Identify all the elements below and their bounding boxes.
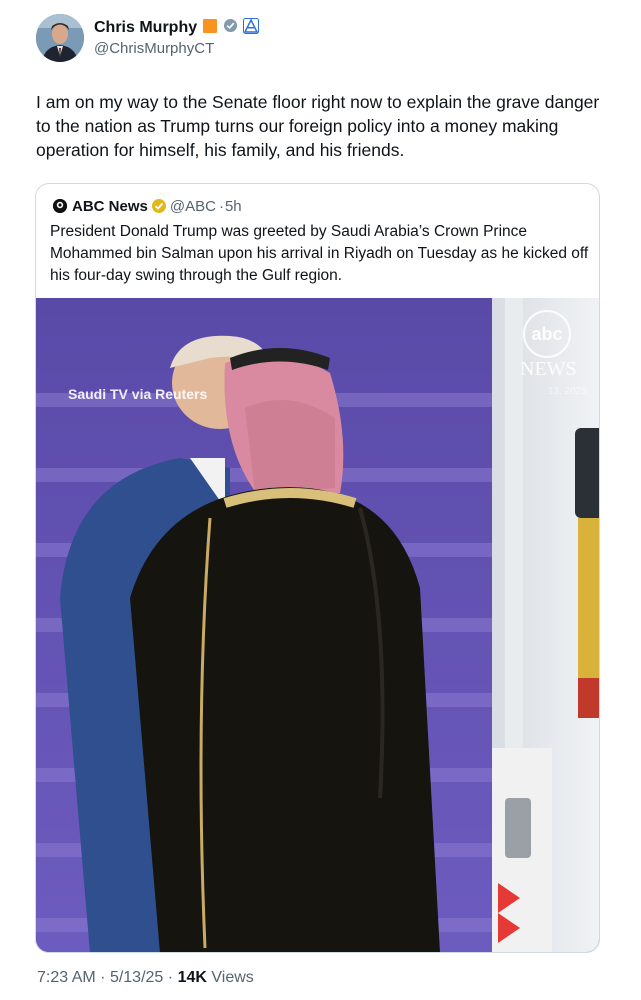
author-avatar[interactable] (36, 14, 84, 62)
video-source-caption: Saudi TV via Reuters (68, 386, 208, 402)
verified-gold-icon (151, 198, 167, 214)
abc-news-avatar[interactable] (53, 199, 67, 213)
quote-video[interactable]: Saudi TV via Reuters abc NEWS 13, 2025 (36, 298, 599, 952)
date-watermark: 13, 2025 (548, 386, 587, 397)
quote-author-handle: @ABC (169, 197, 216, 215)
footer-dot-2: · (167, 969, 174, 986)
author-names: Chris Murphy @ChrisMurphyCT (94, 17, 260, 57)
views-label: Views (211, 969, 254, 986)
tweet-time[interactable]: 7:23 AM (37, 969, 96, 986)
tweet-footer: 7:23 AM · 5/13/25 · 14K Views (37, 969, 254, 987)
quote-header: ABC News @ABC · 5h (53, 196, 242, 216)
tweet-header: Chris Murphy @ChrisMurphyCT (36, 14, 260, 62)
party-badge-icon (243, 17, 260, 39)
verified-gray-icon (223, 18, 238, 38)
tweet-text: I am on my way to the Senate floor right… (36, 92, 600, 160)
author-display-name[interactable]: Chris Murphy (94, 19, 197, 37)
flag-badge-icon (202, 18, 218, 39)
abc-watermark-logo: abc (523, 310, 571, 358)
quote-text: President Donald Trump was greeted by Sa… (50, 223, 589, 284)
author-handle[interactable]: @ChrisMurphyCT (94, 40, 259, 57)
quote-age: 5h (224, 197, 242, 215)
tweet-date[interactable]: 5/13/25 (110, 969, 163, 986)
quoted-tweet[interactable]: ABC News @ABC · 5h President Donald Trum… (35, 183, 600, 953)
views-count: 14K (177, 969, 207, 986)
news-watermark: NEWS (520, 358, 577, 380)
footer-dot: · (100, 969, 106, 986)
quote-separator: · (218, 197, 224, 215)
quote-author-name[interactable]: ABC News (72, 198, 148, 215)
